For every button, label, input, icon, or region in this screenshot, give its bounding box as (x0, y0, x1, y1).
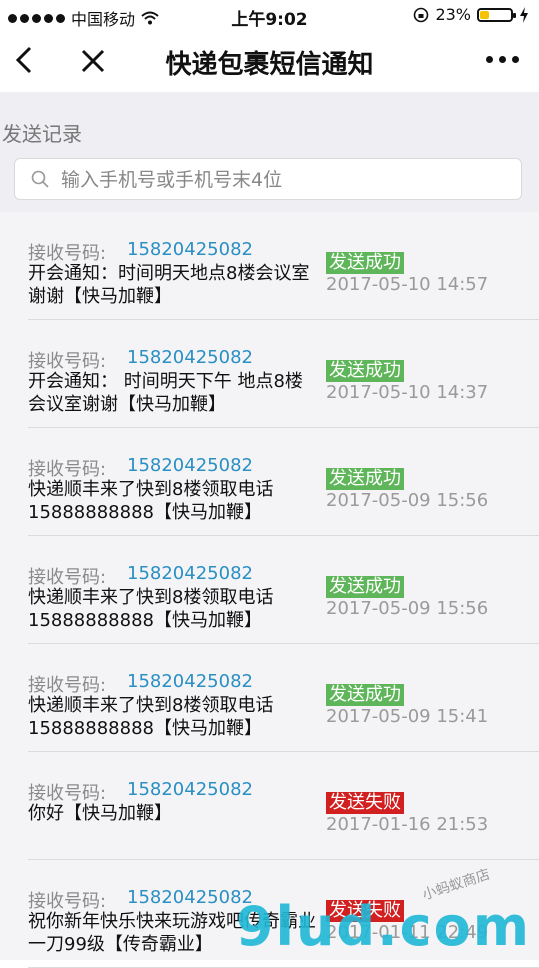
message-text: 开会通知： 时间明天下午 地点8楼会议室谢谢【快马加鞭】 (28, 371, 303, 415)
recipient-phone: 15820425082 (127, 455, 253, 476)
status-badge: 发送成功 (326, 468, 404, 490)
status-badge: 发送成功 (326, 252, 404, 274)
page-title: 快递包裹短信通知 (165, 50, 374, 80)
sent-time: 2017-05-09 15:41 (326, 706, 489, 727)
list-item[interactable]: 接收号码: 15820425082 快递顺丰来了快到8楼领取电话1588888888… (0, 536, 539, 644)
recipient-phone: 15820425082 (127, 347, 253, 368)
sent-time: 2017-05-10 14:37 (326, 382, 489, 403)
nav-bar: 快递包裹短信通知 (0, 30, 539, 92)
status-badge: 发送失败 (326, 792, 404, 814)
more-button[interactable] (486, 56, 519, 63)
status-badge: 发送成功 (326, 684, 404, 706)
charging-icon (520, 6, 528, 23)
section-title: 发送记录 (2, 122, 82, 146)
list-item[interactable]: 接收号码: 15820425082 你好【快马加鞭】 发送失败 2017-01-16 2… (0, 752, 539, 860)
status-bar: 中国移动 上午9:02 23% (0, 0, 539, 30)
recipient-phone: 15820425082 (127, 239, 253, 260)
search-icon (31, 170, 49, 188)
sent-time: 2017-05-09 15:56 (326, 490, 489, 511)
watermark: 9lud.com (235, 895, 531, 958)
list-item[interactable]: 接收号码: 15820425082 开会通知：时间明天地点8楼会议室谢谢【快马加鞭】… (0, 212, 539, 320)
search-input[interactable] (59, 165, 503, 195)
more-icon (486, 56, 493, 63)
battery-icon (477, 7, 516, 22)
status-right: 23% (413, 5, 529, 24)
message-text: 快递顺丰来了快到8楼领取电话15888888888【快马加鞭】 (28, 695, 274, 739)
recipient-phone: 15820425082 (127, 671, 253, 692)
message-text: 你好【快马加鞭】 (28, 803, 172, 824)
sent-time: 2017-05-09 15:56 (326, 598, 489, 619)
sent-time: 2017-01-16 21:53 (326, 814, 489, 835)
sent-time: 2017-05-10 14:57 (326, 274, 489, 295)
list-item[interactable]: 接收号码: 15820425082 开会通知： 时间明天下午 地点8楼会议室谢谢【快… (0, 320, 539, 428)
message-text: 快递顺丰来了快到8楼领取电话15888888888【快马加鞭】 (28, 587, 274, 631)
message-text: 快递顺丰来了快到8楼领取电话15888888888【快马加鞭】 (28, 479, 274, 523)
list-item[interactable]: 接收号码: 15820425082 快递顺丰来了快到8楼领取电话1588888888… (0, 428, 539, 536)
search-box[interactable] (14, 158, 522, 200)
battery-percent: 23% (435, 5, 471, 24)
status-badge: 发送成功 (326, 576, 404, 598)
recipient-phone: 15820425082 (127, 779, 253, 800)
recipient-phone: 15820425082 (127, 887, 253, 908)
status-badge: 发送成功 (326, 360, 404, 382)
list-item[interactable]: 接收号码: 15820425082 快递顺丰来了快到8楼领取电话1588888888… (0, 644, 539, 752)
message-text: 开会通知：时间明天地点8楼会议室谢谢【快马加鞭】 (28, 263, 310, 307)
rotation-lock-icon (414, 7, 429, 22)
recipient-phone: 15820425082 (127, 563, 253, 584)
record-list: 接收号码: 15820425082 开会通知：时间明天地点8楼会议室谢谢【快马加鞭】… (0, 212, 539, 968)
